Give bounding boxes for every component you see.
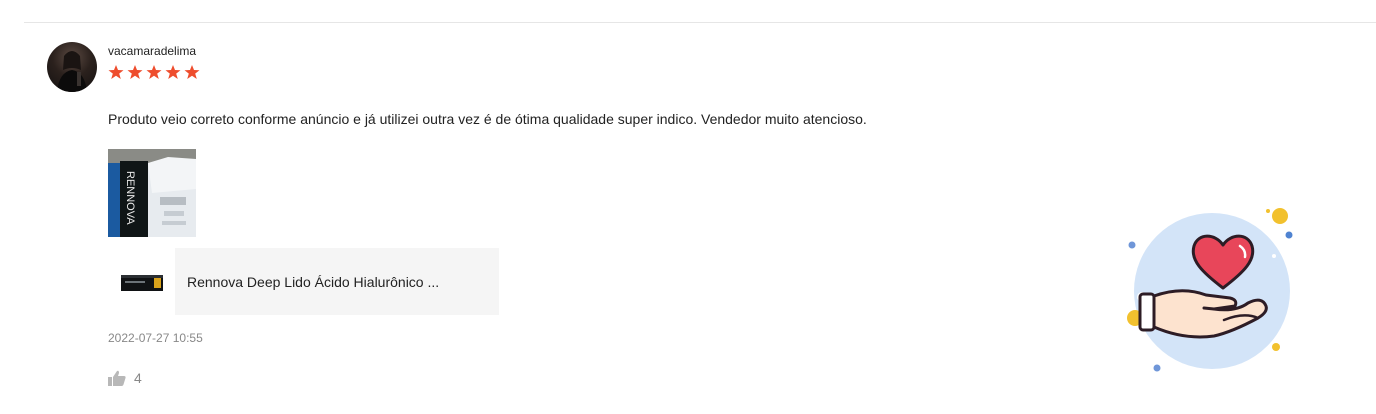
avatar-photo <box>57 51 87 92</box>
product-name-box: Rennova Deep Lido Ácido Hialurônico ... <box>175 248 499 315</box>
like-button[interactable]: 4 <box>108 370 142 386</box>
avatar[interactable] <box>47 42 97 92</box>
star-icon <box>146 65 162 79</box>
product-name: Rennova Deep Lido Ácido Hialurônico ... <box>187 273 440 290</box>
product-box-image <box>120 274 163 291</box>
review-photo-image: RENNOVA <box>108 149 196 237</box>
like-count: 4 <box>134 370 142 386</box>
heart-hand-illustration <box>1127 208 1293 372</box>
product-card[interactable]: Rennova Deep Lido Ácido Hialurônico ... <box>108 248 499 315</box>
star-icon <box>165 65 181 79</box>
star-icon <box>184 65 200 79</box>
top-divider <box>24 22 1376 23</box>
review-page: vacamaradelima Produto veio correto conf… <box>0 0 1376 414</box>
review-photo[interactable]: RENNOVA <box>108 149 196 237</box>
rating-stars <box>108 64 200 80</box>
review-timestamp: 2022-07-27 10:55 <box>108 331 203 345</box>
star-icon <box>127 65 143 79</box>
reviewer-username[interactable]: vacamaradelima <box>108 44 196 58</box>
thumbs-up-icon[interactable] <box>108 370 126 386</box>
product-thumbnail <box>108 248 175 315</box>
photo-brand-text: RENNOVA <box>124 171 136 225</box>
review-comment: Produto veio correto conforme anúncio e … <box>108 111 867 127</box>
star-icon <box>108 65 124 79</box>
